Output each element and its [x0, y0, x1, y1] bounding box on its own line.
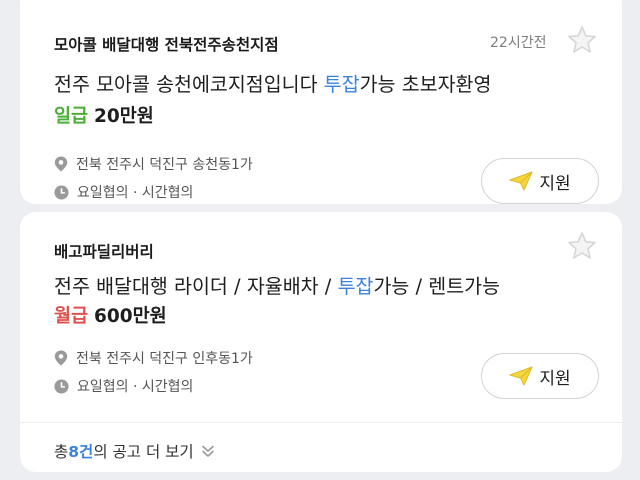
title-highlight: 투잡 — [323, 73, 360, 96]
location-text: 전북 전주시 덕진구 송천동1가 — [76, 157, 253, 173]
posted-time: 22시간전 — [490, 35, 547, 51]
star-icon[interactable] — [566, 24, 598, 56]
hours-row: 요일협의 · 시간협의 — [54, 182, 193, 202]
pay-label: 일급 — [54, 106, 89, 127]
pay-label: 월급 — [54, 306, 89, 327]
title-text-rest: 가능 / 렌트가능 — [373, 275, 501, 298]
job-card-1[interactable]: 모아콜 배달대행 전북전주송천지점 22시간전 전주 모아콜 송천에코지점입니다… — [20, 0, 622, 204]
location-pin-icon — [54, 156, 68, 172]
paper-plane-icon — [509, 366, 533, 386]
title-text: 전주 배달대행 라이더 / 자율배차 / — [54, 275, 338, 298]
job-title: 전주 모아콜 송천에코지점입니다 투잡가능 초보자환영 — [54, 68, 491, 97]
divider — [20, 422, 622, 423]
apply-button[interactable]: 지원 — [481, 158, 599, 204]
job-card-2[interactable]: 배고파딜리버리 전주 배달대행 라이더 / 자율배차 / 투잡가능 / 렌트가능… — [20, 212, 622, 472]
clock-icon — [54, 378, 69, 394]
see-more-link[interactable]: 총 8건 의 공고 더 보기 — [54, 440, 216, 462]
location-text: 전북 전주시 덕진구 인후동1가 — [76, 351, 253, 367]
hours-text: 요일협의 · 시간협의 — [77, 185, 194, 201]
more-suffix: 의 공고 더 보기 — [93, 443, 194, 461]
star-icon[interactable] — [566, 230, 598, 262]
double-chevron-down-icon — [201, 445, 214, 457]
job-title: 전주 배달대행 라이더 / 자율배차 / 투잡가능 / 렌트가능 — [54, 270, 500, 299]
location-row: 전북 전주시 덕진구 송천동1가 — [54, 154, 253, 174]
company-name: 배고파딜리버리 — [54, 243, 154, 261]
location-row: 전북 전주시 덕진구 인후동1가 — [54, 348, 253, 368]
location-pin-icon — [54, 350, 68, 366]
apply-label: 지원 — [539, 368, 571, 389]
pay-amount: 20만원 — [94, 106, 154, 127]
more-count: 8건 — [68, 443, 94, 461]
apply-label: 지원 — [539, 173, 571, 194]
clock-icon — [54, 184, 69, 200]
apply-button[interactable]: 지원 — [481, 353, 599, 399]
title-text-rest: 가능 초보자환영 — [359, 73, 492, 96]
title-text: 전주 모아콜 송천에코지점입니다 — [54, 73, 324, 96]
pay-amount: 600만원 — [94, 306, 167, 327]
more-prefix: 총 — [54, 443, 69, 461]
paper-plane-icon — [509, 171, 533, 191]
hours-text: 요일협의 · 시간협의 — [77, 379, 194, 395]
hours-row: 요일협의 · 시간협의 — [54, 376, 193, 396]
title-highlight: 투잡 — [337, 275, 374, 298]
pay-info: 월급 600만원 — [54, 302, 167, 328]
company-name: 모아콜 배달대행 전북전주송천지점 — [54, 36, 279, 54]
pay-info: 일급 20만원 — [54, 102, 154, 128]
